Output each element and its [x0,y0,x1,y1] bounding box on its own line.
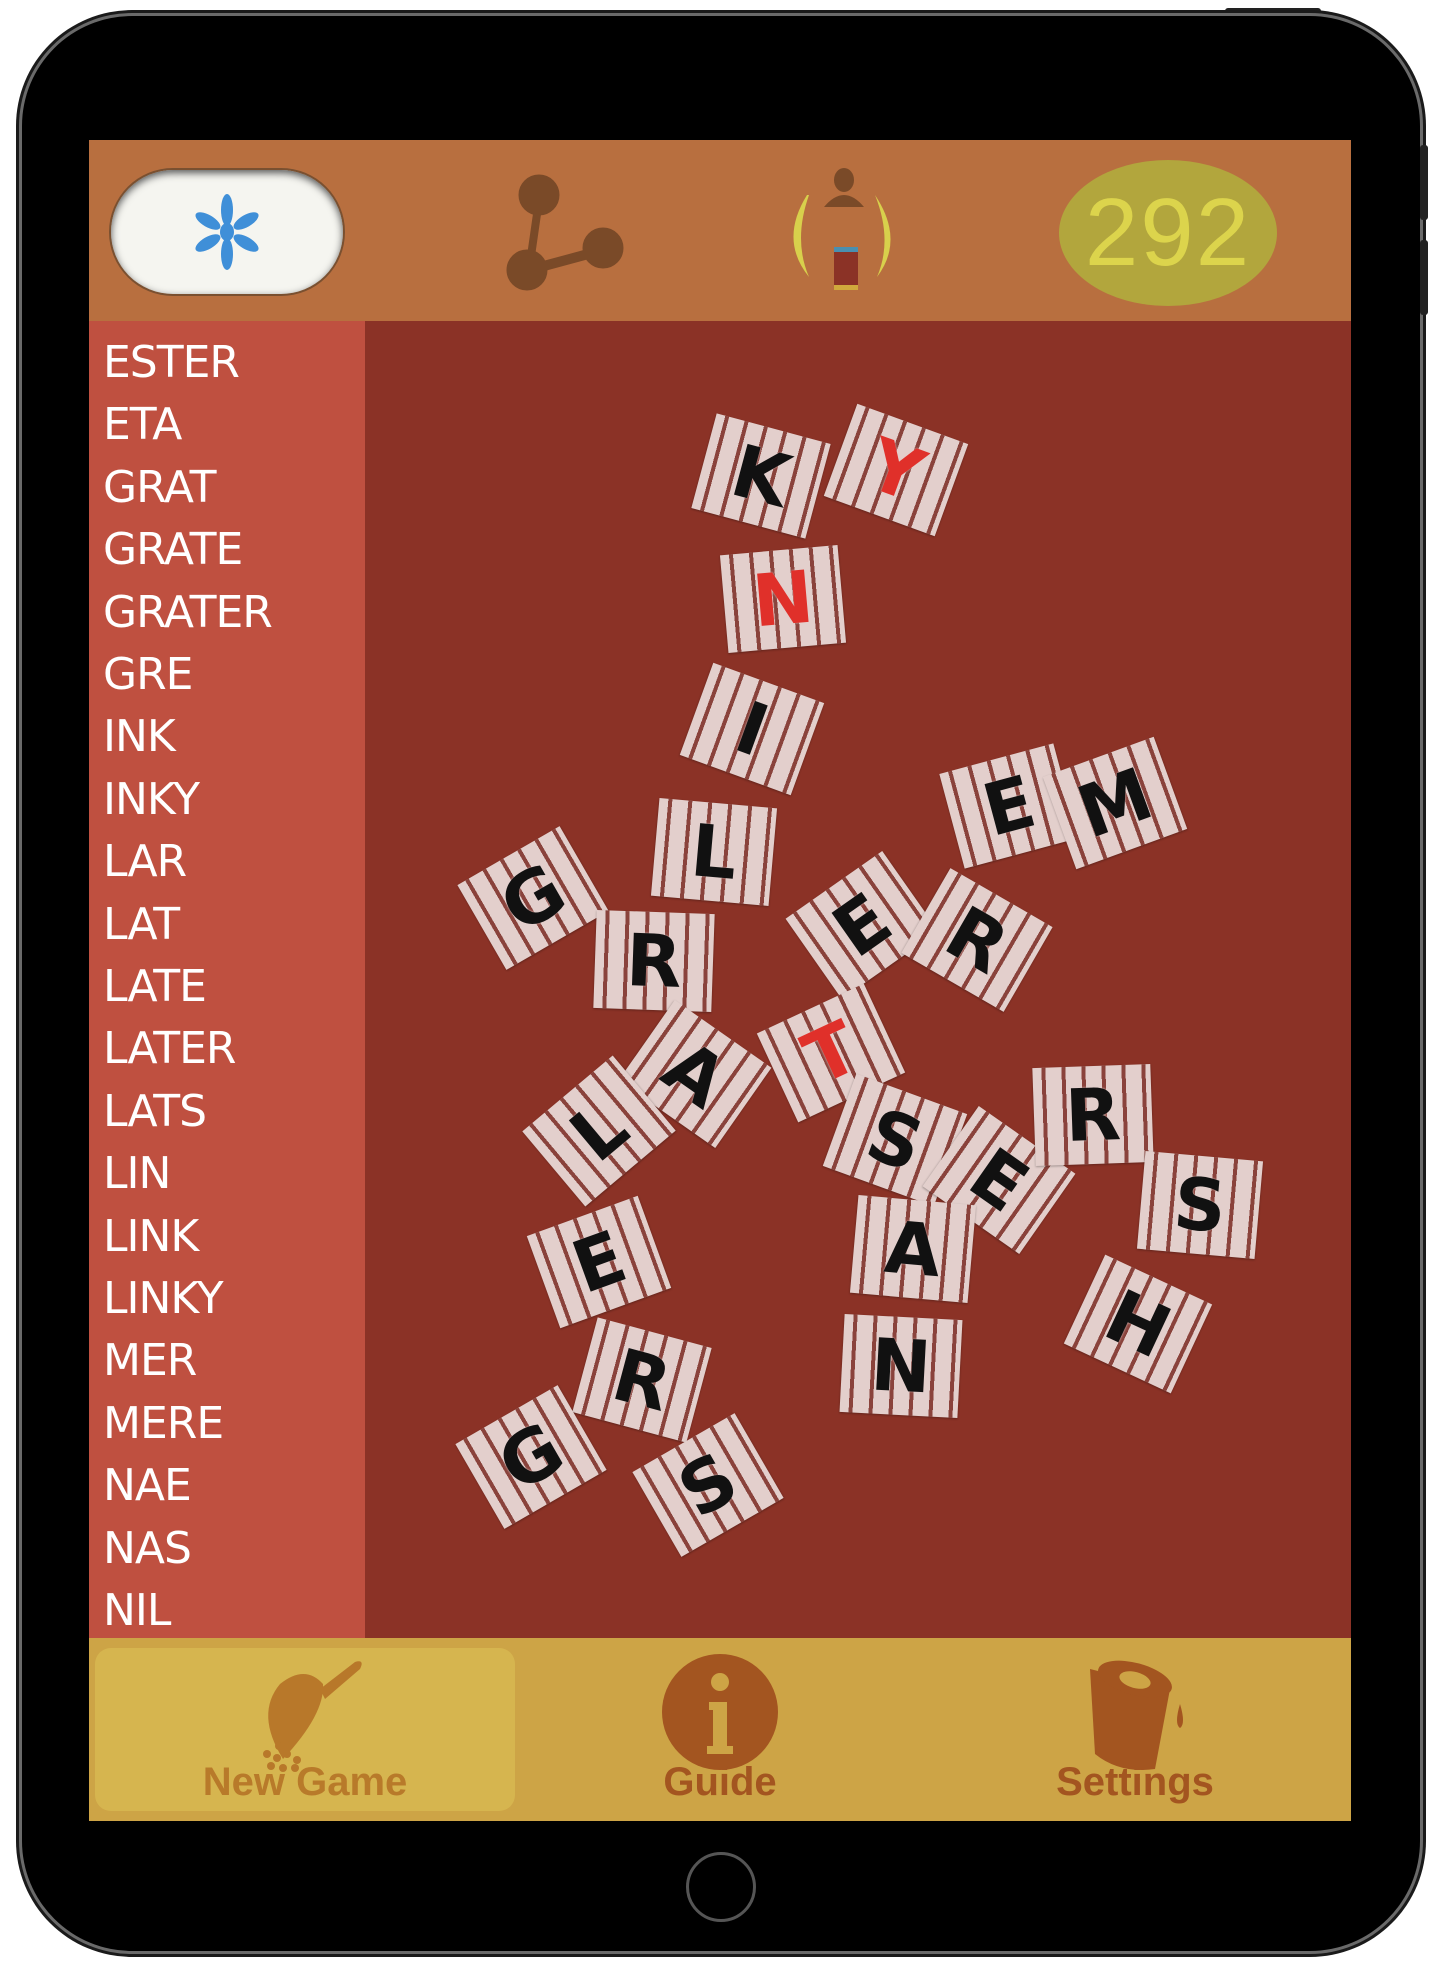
word-list-item[interactable]: LIN [103,1148,171,1199]
tile-letter: L [687,808,741,896]
tile-letter: N [868,1322,934,1410]
word-list-item[interactable]: GRAT [103,462,216,513]
bottom-tab-bar: New Game Guide Settings [89,1638,1351,1821]
letter-tile[interactable]: M [1042,736,1188,870]
letter-tile[interactable]: I [679,663,824,796]
tile-letter: S [855,1091,934,1189]
letter-tile[interactable]: R [1031,1064,1154,1167]
letter-tile[interactable]: H [1063,1255,1212,1394]
word-list-item[interactable]: LATER [103,1023,236,1074]
word-list-item[interactable]: ETA [103,399,182,450]
word-list-item[interactable]: INKY [103,774,200,825]
tile-letter: L [554,1084,644,1179]
tile-letter: Y [857,421,935,519]
letter-tile[interactable]: L [651,798,778,906]
letter-tile[interactable]: R [571,1316,712,1443]
share-nodes-icon[interactable] [503,170,633,300]
word-list-item[interactable]: NAS [103,1523,192,1574]
player-timer-icon[interactable] [779,165,909,300]
letter-tile[interactable]: N [720,544,847,653]
tile-letter: M [1067,751,1164,855]
volume-down-button[interactable] [1420,240,1428,315]
tab-new-game[interactable]: New Game [95,1648,515,1811]
word-list-item[interactable]: INK [103,711,176,762]
tile-letter: R [1063,1072,1122,1159]
score-badge: 292 [1059,160,1277,306]
word-list-item[interactable]: NAE [103,1460,192,1511]
letter-tile[interactable]: E [526,1195,672,1328]
word-list-item[interactable]: GRE [103,649,193,700]
word-list-item[interactable]: MERE [103,1398,224,1449]
letter-tile[interactable]: E [785,850,939,999]
tab-label: Settings [1056,1760,1214,1804]
letter-tile[interactable]: S [1137,1151,1264,1260]
word-list-item[interactable]: GRATER [103,587,273,638]
power-button[interactable] [1225,8,1321,16]
tab-label: New Game [202,1760,408,1804]
tile-letter: R [932,889,1023,990]
info-icon [662,1654,778,1770]
game-screen: 292 ESTER ETA GRAT GRATE GRATER GRE INK INKY LAR… [89,140,1351,1821]
letter-tile[interactable]: K [690,413,831,539]
tile-letter: I [724,685,779,774]
letter-tile[interactable]: A [850,1195,977,1304]
top-bar: 292 [89,140,1351,321]
tile-letter: K [722,428,799,524]
word-list-item[interactable]: ESTER [103,337,240,388]
word-list-item[interactable]: LATS [103,1086,207,1137]
home-button[interactable] [686,1852,756,1922]
tile-letter: E [561,1213,637,1310]
letter-tile[interactable]: R [593,910,715,1013]
tile-letter: A [648,1023,743,1125]
letter-tile[interactable]: Y [823,403,969,537]
letter-tile[interactable]: N [839,1313,963,1418]
game-board[interactable]: KYNILGREREMATLSERSANHERGS [365,321,1351,1638]
tile-letter: H [1092,1273,1183,1376]
letter-tile[interactable]: R [901,867,1053,1012]
tile-letter: A [881,1204,945,1294]
word-list-item[interactable]: NIL [103,1585,171,1636]
tile-letter: S [1170,1161,1230,1250]
tile-letter: R [624,918,684,1004]
tile-letter: G [485,847,580,950]
volume-up-button[interactable] [1420,145,1428,220]
word-list-item[interactable]: MER [103,1335,197,1386]
menu-button[interactable] [111,170,343,294]
tile-letter: R [603,1331,680,1428]
tile-letter: G [484,1406,578,1509]
word-list-item[interactable]: LAR [103,836,187,887]
tile-letter: E [817,876,907,974]
word-list-item[interactable]: GRATE [103,524,243,575]
word-list-item[interactable]: LATE [103,961,207,1012]
tab-guide[interactable]: Guide [510,1648,930,1811]
tile-letter: S [664,1435,752,1535]
word-list-item[interactable]: LINK [103,1211,199,1262]
paint-bucket-icon [1090,1660,1183,1770]
tab-label: Guide [663,1760,777,1804]
tile-letter: N [749,554,817,644]
tile-letter: E [974,758,1044,853]
asterisk-icon [195,194,259,270]
letter-tile[interactable]: G [456,826,609,971]
word-list-item[interactable]: LINKY [103,1273,224,1324]
tab-settings[interactable]: Settings [925,1648,1345,1811]
word-list: ESTER ETA GRAT GRATE GRATER GRE INK INKY LAR LAT L… [89,321,365,1638]
scoop-icon [263,1661,362,1772]
word-list-item[interactable]: LAT [103,899,180,950]
